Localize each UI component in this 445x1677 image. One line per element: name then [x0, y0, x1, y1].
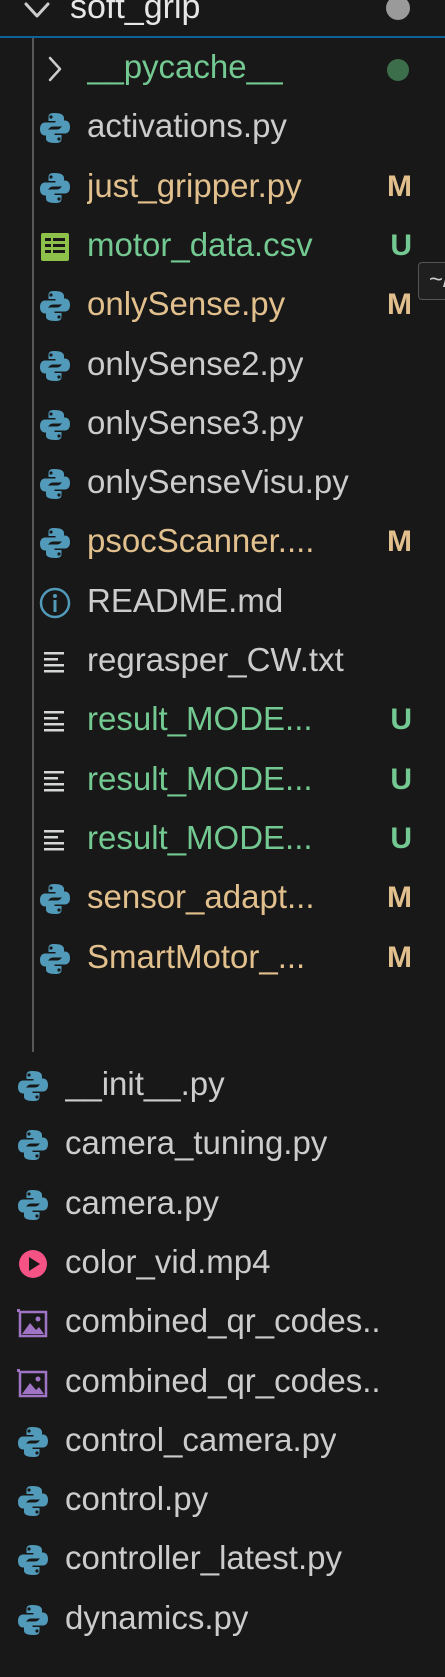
- python-icon: [18, 1486, 48, 1517]
- text-lines-icon: [44, 711, 64, 732]
- git-status-badge: U: [390, 762, 412, 796]
- python-icon: [40, 113, 70, 144]
- file-name: psocScanner....: [87, 522, 315, 560]
- chevron-right-icon: [48, 56, 62, 82]
- file-name: result_MODE...: [87, 759, 313, 797]
- python-icon: [40, 350, 70, 381]
- file-name: onlySenseVisu.py: [87, 463, 349, 501]
- terminal-tooltip: ~/: [418, 262, 445, 300]
- tree-file-item[interactable]: result_MODE... U: [0, 749, 445, 812]
- python-icon: [40, 943, 70, 974]
- tree-file-item[interactable]: just_gripper.py M: [0, 156, 445, 219]
- tree-file-item[interactable]: color_vid.mp4: [0, 1232, 445, 1295]
- python-icon: [18, 1130, 48, 1161]
- git-status-badge: M: [387, 525, 412, 559]
- file-name: control_camera.py: [65, 1420, 337, 1458]
- folder-soft-grip[interactable]: soft_grip: [0, 0, 445, 38]
- tree-folder-item[interactable]: __pycache__: [0, 37, 445, 100]
- python-icon: [18, 1426, 48, 1457]
- file-name: control.py: [65, 1480, 209, 1518]
- file-name: camera.py: [65, 1183, 220, 1221]
- tree-file-item[interactable]: psocScanner.... M: [0, 511, 445, 574]
- file-name: sensor_adapt...: [87, 878, 315, 916]
- python-icon: [40, 172, 70, 203]
- tree-file-item[interactable]: activations.py: [0, 96, 445, 159]
- python-icon: [18, 1604, 48, 1635]
- file-name: activations.py: [87, 107, 287, 145]
- text-lines-icon: [44, 829, 64, 851]
- file-name: camera_tuning.py: [65, 1124, 328, 1162]
- file-name: combined_qr_codes..: [65, 1361, 381, 1399]
- python-icon: [40, 469, 70, 500]
- tree-file-item[interactable]: onlySense3.py: [0, 393, 445, 456]
- tree-file-item[interactable]: onlySense.py M: [0, 274, 445, 337]
- table-icon: [41, 232, 69, 261]
- tree-file-item[interactable]: result_MODE... U: [0, 808, 445, 871]
- tree-file-item[interactable]: camera_tuning.py: [0, 1113, 445, 1176]
- git-status-badge: M: [387, 940, 412, 974]
- git-status-dot: [387, 59, 409, 81]
- tree-file-item[interactable]: result_MODE... U: [0, 689, 445, 752]
- python-icon: [18, 1545, 48, 1576]
- git-status-badge: U: [390, 228, 412, 262]
- file-name: controller_latest.py: [65, 1539, 342, 1577]
- file-name: onlySense.py: [87, 285, 286, 323]
- python-icon: [40, 409, 70, 440]
- file-name: result_MODE...: [87, 818, 313, 856]
- python-icon: [18, 1071, 48, 1101]
- file-name: README.md: [87, 581, 284, 619]
- text-lines-icon: [44, 770, 64, 792]
- play-video-icon: [19, 1249, 47, 1278]
- tree-file-item[interactable]: onlySenseVisu.py: [0, 452, 445, 515]
- tree-file-item[interactable]: dynamics.py: [0, 1588, 445, 1651]
- folder-name: soft_grip: [70, 0, 201, 26]
- tree-file-item[interactable]: onlySense2.py: [0, 334, 445, 397]
- file-name: dynamics.py: [65, 1598, 249, 1636]
- file-explorer: soft_grip __pycache__ activations.py jus…: [0, 0, 445, 1677]
- tree-file-item[interactable]: __init__.py: [0, 1054, 445, 1117]
- file-name: combined_qr_codes..: [65, 1302, 381, 1340]
- scroll-edge: [0, 1664, 445, 1677]
- tree-file-item[interactable]: combined_qr_codes..: [0, 1291, 445, 1354]
- file-name: color_vid.mp4: [65, 1242, 271, 1280]
- file-name: result_MODE...: [87, 700, 313, 738]
- python-icon: [18, 1189, 48, 1220]
- tree-file-item[interactable]: SmartMotor_... M: [0, 927, 445, 990]
- file-name: onlySense3.py: [87, 403, 304, 441]
- tree-file-item[interactable]: controller_latest.py: [0, 1528, 445, 1591]
- file-name: onlySense2.py: [87, 344, 304, 382]
- file-name: just_gripper.py: [87, 166, 302, 204]
- git-status-badge: U: [390, 821, 412, 855]
- file-name: SmartMotor_...: [87, 937, 306, 975]
- git-status-badge: U: [390, 703, 412, 737]
- tree-file-item[interactable]: regrasper_CW.txt: [0, 630, 445, 693]
- python-icon: [40, 291, 70, 322]
- text-lines-icon: [44, 652, 64, 673]
- chevron-down-icon: [24, 2, 50, 18]
- tree-file-item[interactable]: README.md: [0, 571, 445, 634]
- info-icon: [39, 587, 71, 618]
- tree-file-item[interactable]: sensor_adapt... M: [0, 867, 445, 930]
- git-status-badge: M: [387, 169, 412, 203]
- folder-status-dot: [386, 0, 410, 20]
- python-icon: [40, 528, 70, 559]
- tree-file-item[interactable]: combined_qr_codes..: [0, 1351, 445, 1414]
- image-icon: [17, 1309, 48, 1338]
- file-name: __pycache__: [87, 48, 284, 85]
- tree-file-item[interactable]: control_camera.py: [0, 1410, 445, 1473]
- tree-file-item[interactable]: camera.py: [0, 1173, 445, 1236]
- tree-file-item[interactable]: motor_data.csv U: [0, 215, 445, 278]
- tree-file-item[interactable]: control.py: [0, 1469, 445, 1532]
- git-status-badge: M: [387, 881, 412, 915]
- image-icon: [17, 1368, 48, 1397]
- python-icon: [40, 884, 70, 915]
- file-name: motor_data.csv: [87, 225, 313, 263]
- git-status-badge: M: [387, 288, 412, 322]
- file-name: regrasper_CW.txt: [87, 641, 344, 678]
- file-name: __init__.py: [65, 1065, 225, 1102]
